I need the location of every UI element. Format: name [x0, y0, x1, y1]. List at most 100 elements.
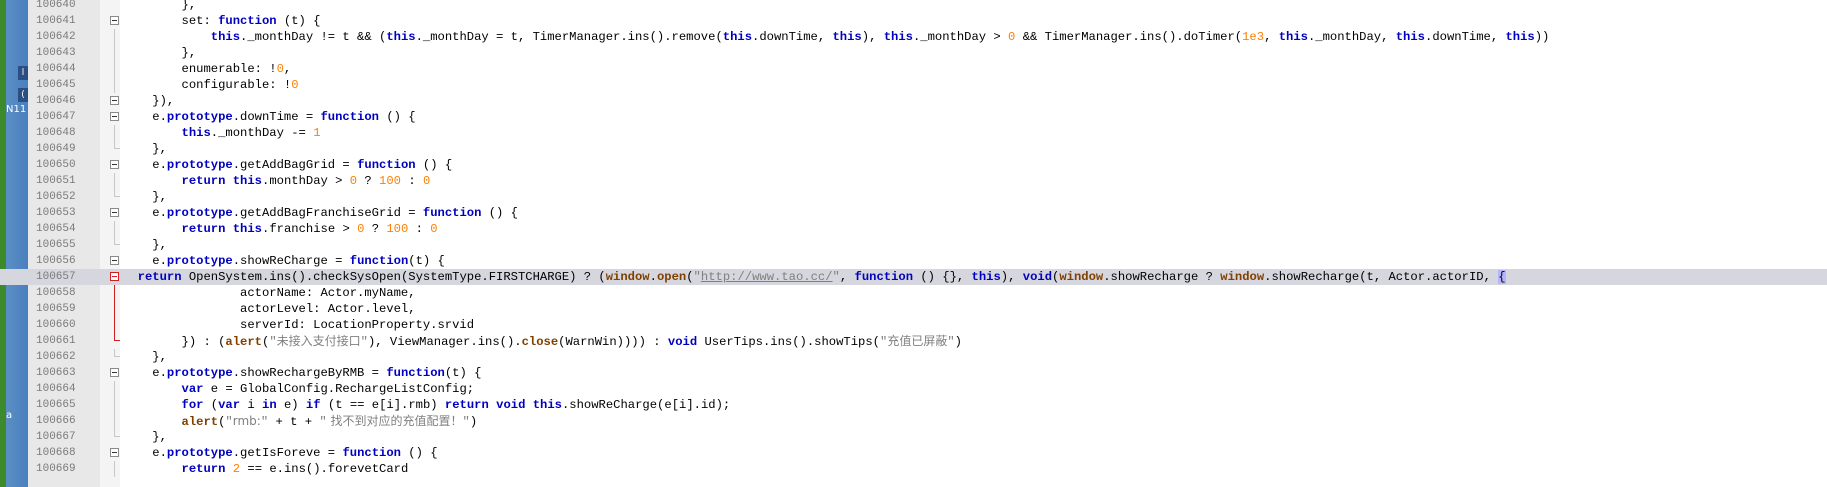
- code-line[interactable]: 100652 },: [0, 189, 1827, 205]
- line-number: 100655: [36, 239, 76, 251]
- fold-guide: [114, 221, 115, 237]
- code-text[interactable]: },: [123, 349, 167, 365]
- code-line[interactable]: 100662 },: [0, 349, 1827, 365]
- code-line[interactable]: 100647 e.prototype.downTime = function (…: [0, 109, 1827, 125]
- fold-guide: [114, 301, 115, 317]
- line-number: 100659: [36, 303, 76, 315]
- code-text[interactable]: return 2 == e.ins().forevetCard: [123, 461, 409, 477]
- code-text[interactable]: },: [123, 429, 167, 445]
- line-number: 100667: [36, 431, 76, 443]
- code-line[interactable]: 100659 actorLevel: Actor.level,: [0, 301, 1827, 317]
- fold-toggle-icon[interactable]: [110, 256, 119, 265]
- code-text[interactable]: set: function (t) {: [123, 13, 321, 29]
- code-line[interactable]: 100648 this._monthDay -= 1: [0, 125, 1827, 141]
- fold-guide: [114, 381, 115, 397]
- code-text[interactable]: e.prototype.getAddBagFranchiseGrid = fun…: [123, 205, 518, 221]
- code-text[interactable]: },: [123, 0, 197, 13]
- code-line[interactable]: 100667 },: [0, 429, 1827, 445]
- code-text[interactable]: for (var i in e) if (t == e[i].rmb) retu…: [123, 397, 731, 413]
- fold-toggle-icon[interactable]: [110, 448, 119, 457]
- code-text[interactable]: return OpenSystem.ins().checkSysOpen(Sys…: [123, 269, 1506, 285]
- code-text[interactable]: e.prototype.showRechargeByRMB = function…: [123, 365, 481, 381]
- line-number: 100641: [36, 15, 76, 27]
- code-line[interactable]: 100644 enumerable: !0,: [0, 61, 1827, 77]
- code-text[interactable]: e.prototype.showReCharge = function(t) {: [123, 253, 445, 269]
- code-text[interactable]: enumerable: !0,: [123, 61, 292, 77]
- line-number: 100642: [36, 31, 76, 43]
- line-number: 100656: [36, 255, 76, 267]
- fold-guide: [114, 461, 115, 477]
- fold-end-marker: [114, 141, 120, 149]
- code-text[interactable]: this._monthDay -= 1: [123, 125, 321, 141]
- code-line[interactable]: 100664 var e = GlobalConfig.RechargeList…: [0, 381, 1827, 397]
- line-number: 100657: [36, 271, 76, 283]
- code-text[interactable]: actorName: Actor.myName,: [123, 285, 416, 301]
- fold-end-marker: [114, 237, 120, 245]
- fold-toggle-icon[interactable]: [110, 112, 119, 121]
- line-number: 100640: [36, 0, 76, 11]
- line-number: 100646: [36, 95, 76, 107]
- code-text[interactable]: }),: [123, 93, 174, 109]
- fold-toggle-icon[interactable]: [110, 272, 119, 281]
- fold-guide: [114, 61, 115, 77]
- fold-toggle-icon[interactable]: [110, 16, 119, 25]
- code-text[interactable]: },: [123, 237, 167, 253]
- line-number: 100650: [36, 159, 76, 171]
- code-text[interactable]: e.prototype.downTime = function () {: [123, 109, 415, 125]
- code-editor[interactable]: 100640 }, 100641 set: function (t) {10064…: [0, 0, 1827, 477]
- fold-guide: [114, 413, 115, 429]
- code-text[interactable]: e.prototype.getIsForeve = function () {: [123, 445, 437, 461]
- code-line[interactable]: 100660 serverId: LocationProperty.srvid: [0, 317, 1827, 333]
- line-number: 100664: [36, 383, 76, 395]
- code-line[interactable]: 100654 return this.franchise > 0 ? 100 :…: [0, 221, 1827, 237]
- code-line[interactable]: 100665 for (var i in e) if (t == e[i].rm…: [0, 397, 1827, 413]
- code-line[interactable]: 100641 set: function (t) {: [0, 13, 1827, 29]
- code-line[interactable]: 100653 e.prototype.getAddBagFranchiseGri…: [0, 205, 1827, 221]
- code-line[interactable]: 100668 e.prototype.getIsForeve = functio…: [0, 445, 1827, 461]
- line-number: 100653: [36, 207, 76, 219]
- fold-guide: [114, 317, 115, 333]
- fold-end-marker: [114, 429, 120, 437]
- code-text[interactable]: serverId: LocationProperty.srvid: [123, 317, 474, 333]
- code-line[interactable]: 100642 this._monthDay != t && (this._mon…: [0, 29, 1827, 45]
- code-line[interactable]: 100643 },: [0, 45, 1827, 61]
- code-text[interactable]: actorLevel: Actor.level,: [123, 301, 416, 317]
- code-text[interactable]: },: [123, 141, 167, 157]
- code-line[interactable]: 100666 alert("rmb:" + t + " 找不到对应的充值配置！"…: [0, 413, 1827, 429]
- code-line[interactable]: 100661 }) : (alert("未接入支付接口"), ViewManag…: [0, 333, 1827, 349]
- code-line[interactable]: 100645 configurable: !0: [0, 77, 1827, 93]
- code-text[interactable]: alert("rmb:" + t + " 找不到对应的充值配置！"): [123, 413, 478, 430]
- code-line[interactable]: 100657 return OpenSystem.ins().checkSysO…: [0, 269, 1827, 285]
- code-line[interactable]: 100656 e.prototype.showReCharge = functi…: [0, 253, 1827, 269]
- fold-toggle-icon[interactable]: [110, 96, 119, 105]
- code-line[interactable]: 100646 }),: [0, 93, 1827, 109]
- line-number: 100649: [36, 143, 76, 155]
- fold-guide: [114, 45, 115, 61]
- line-number: 100665: [36, 399, 76, 411]
- fold-toggle-icon[interactable]: [110, 368, 119, 377]
- code-line[interactable]: 100669 return 2 == e.ins().forevetCard: [0, 461, 1827, 477]
- code-line[interactable]: 100655 },: [0, 237, 1827, 253]
- code-text[interactable]: }) : (alert("未接入支付接口"), ViewManager.ins(…: [123, 333, 962, 350]
- code-text[interactable]: this._monthDay != t && (this._monthDay =…: [123, 29, 1550, 45]
- code-line[interactable]: 100650 e.prototype.getAddBagGrid = funct…: [0, 157, 1827, 173]
- code-line[interactable]: 100640 },: [0, 0, 1827, 13]
- code-text[interactable]: configurable: !0: [123, 77, 299, 93]
- code-line[interactable]: 100663 e.prototype.showRechargeByRMB = f…: [0, 365, 1827, 381]
- fold-guide: [114, 77, 115, 93]
- fold-toggle-icon[interactable]: [110, 208, 119, 217]
- code-line[interactable]: 100649 },: [0, 141, 1827, 157]
- code-text[interactable]: var e = GlobalConfig.RechargeListConfig;: [123, 381, 475, 397]
- code-text[interactable]: },: [123, 45, 197, 61]
- line-number: 100663: [36, 367, 76, 379]
- code-text[interactable]: return this.monthDay > 0 ? 100 : 0: [123, 173, 431, 189]
- code-line[interactable]: 100651 return this.monthDay > 0 ? 100 : …: [0, 173, 1827, 189]
- code-text[interactable]: },: [123, 189, 167, 205]
- line-number: 100652: [36, 191, 76, 203]
- fold-end-marker: [114, 189, 120, 197]
- code-line[interactable]: 100658 actorName: Actor.myName,: [0, 285, 1827, 301]
- code-text[interactable]: e.prototype.getAddBagGrid = function () …: [123, 157, 452, 173]
- code-text[interactable]: return this.franchise > 0 ? 100 : 0: [123, 221, 438, 237]
- fold-toggle-icon[interactable]: [110, 160, 119, 169]
- fold-guide: [114, 29, 115, 45]
